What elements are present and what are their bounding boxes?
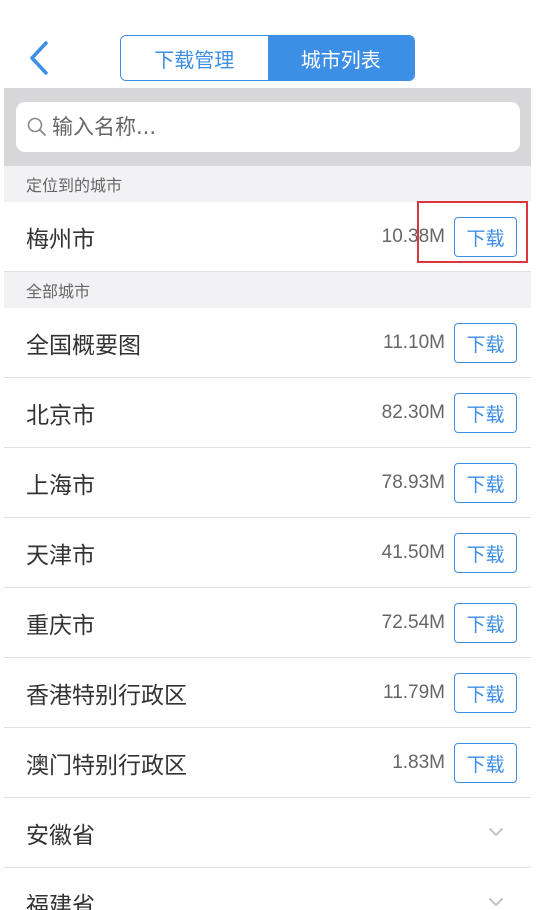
city-row: 澳门特别行政区 1.83M 下载	[4, 728, 531, 798]
download-button[interactable]: 下载	[454, 393, 517, 433]
chevron-left-icon	[30, 41, 48, 75]
city-size: 41.50M	[381, 542, 445, 563]
city-size: 10.38M	[381, 226, 445, 247]
download-button[interactable]: 下载	[454, 463, 517, 503]
back-button[interactable]	[22, 38, 56, 78]
search-icon	[27, 117, 46, 136]
city-size: 11.79M	[383, 682, 445, 703]
city-name: 澳门特别行政区	[26, 753, 187, 779]
city-size: 78.93M	[381, 472, 445, 493]
city-row: 北京市 82.30M 下载	[4, 378, 531, 448]
search-bar	[4, 88, 531, 166]
download-button[interactable]: 下载	[454, 743, 517, 783]
city-row: 重庆市 72.54M 下载	[4, 588, 531, 658]
city-size: 1.83M	[392, 752, 445, 773]
download-button[interactable]: 下载	[454, 533, 517, 573]
segmented-control: 下载管理 城市列表	[120, 35, 415, 81]
city-size: 11.10M	[383, 332, 445, 353]
province-row[interactable]: 安徽省	[4, 798, 531, 868]
chevron-down-icon	[489, 828, 503, 836]
app-screen: 下载管理 城市列表 定位到的城市 梅州市 10.38M 下载 全部城市 全国概要…	[4, 0, 531, 910]
city-name: 香港特别行政区	[26, 683, 187, 709]
nav-bar: 下载管理 城市列表	[4, 0, 531, 88]
tab-download-manager[interactable]: 下载管理	[121, 36, 268, 80]
download-button[interactable]: 下载	[454, 603, 517, 643]
city-name: 重庆市	[26, 613, 95, 639]
city-size: 72.54M	[381, 612, 445, 633]
province-name: 福建省	[26, 893, 95, 910]
section-header-all: 全部城市	[4, 272, 531, 308]
province-row[interactable]: 福建省	[4, 868, 531, 910]
city-size: 82.30M	[381, 402, 445, 423]
section-header-located: 定位到的城市	[4, 166, 531, 202]
download-button[interactable]: 下载	[454, 673, 517, 713]
city-name: 上海市	[26, 473, 95, 499]
city-row: 香港特别行政区 11.79M 下载	[4, 658, 531, 728]
chevron-down-icon	[489, 898, 503, 906]
city-name: 天津市	[26, 543, 95, 569]
city-name: 全国概要图	[26, 333, 141, 359]
search-field[interactable]	[16, 102, 520, 152]
city-row: 全国概要图 11.10M 下载	[4, 308, 531, 378]
download-button[interactable]: 下载	[454, 323, 517, 363]
province-name: 安徽省	[26, 823, 95, 849]
tab-city-list[interactable]: 城市列表	[267, 36, 414, 80]
city-name: 北京市	[26, 403, 95, 429]
download-button[interactable]: 下载	[454, 217, 517, 257]
city-row: 上海市 78.93M 下载	[4, 448, 531, 518]
city-row-located: 梅州市 10.38M 下载	[4, 202, 531, 272]
city-row: 天津市 41.50M 下载	[4, 518, 531, 588]
city-name: 梅州市	[26, 227, 95, 253]
search-input[interactable]	[52, 115, 492, 139]
